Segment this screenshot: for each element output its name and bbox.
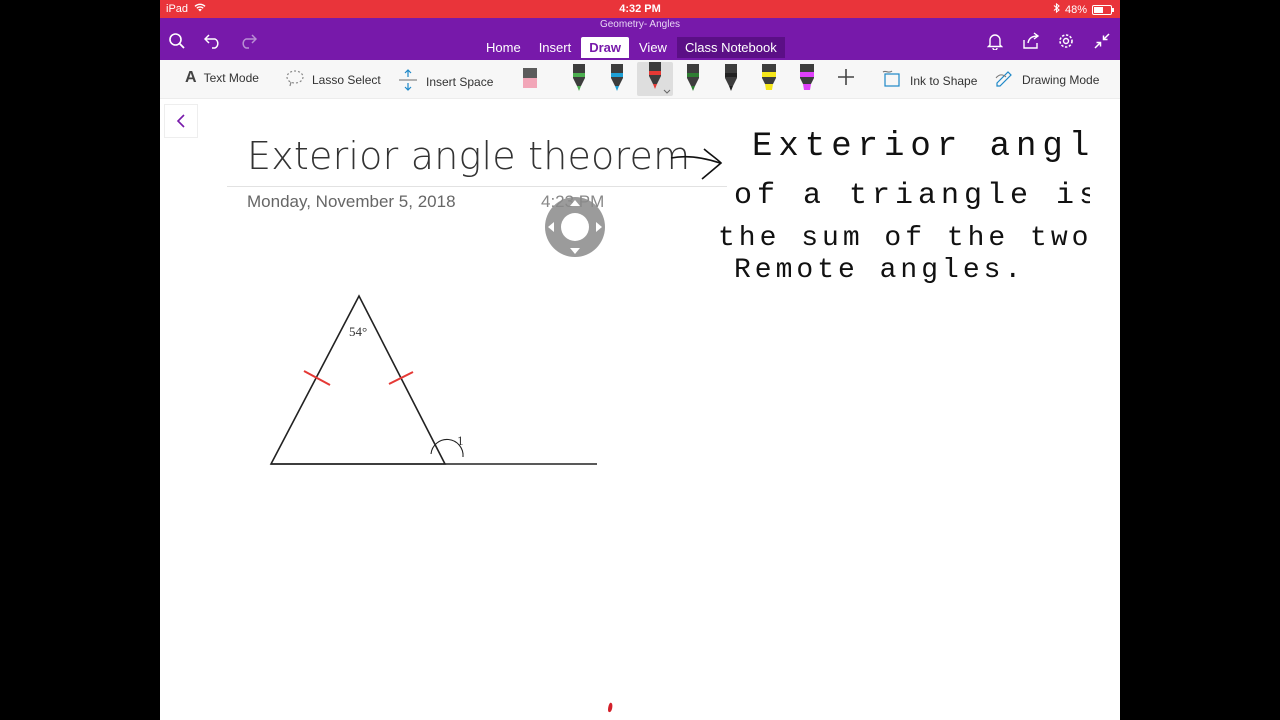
tab-home[interactable]: Home [478, 37, 529, 58]
triangle-diagram: 54° 1 [260, 285, 610, 485]
lasso-select-label: Lasso Select [312, 72, 381, 87]
tab-class-notebook[interactable]: Class Notebook [676, 37, 785, 58]
tab-draw[interactable]: Draw [581, 37, 629, 58]
text-mode-button[interactable]: A Text Mode [185, 69, 259, 87]
battery-icon [1092, 4, 1114, 15]
undo-icon[interactable] [202, 30, 224, 52]
move-handle[interactable] [544, 196, 606, 258]
onenote-app: iPad 4:32 PM 48% Geometry- Angles Home I… [160, 0, 1120, 720]
pen-dark-green-icon[interactable] [683, 64, 703, 92]
ribbon-header: Geometry- Angles Home Insert Draw View C… [160, 18, 1120, 60]
pen-blue-icon[interactable] [607, 64, 627, 92]
ribbon-tabs: Home Insert Draw View Class Notebook [478, 37, 785, 58]
drawing-mode-label: Drawing Mode [1022, 72, 1100, 87]
gear-icon[interactable] [1055, 30, 1077, 52]
exterior-angle-label: 1 [457, 433, 464, 448]
draw-toolbar: A Text Mode Lasso Select Insert Space In… [160, 60, 1120, 99]
drawing-mode-button[interactable]: Drawing Mode [995, 69, 1099, 90]
text-mode-label: Text Mode [203, 71, 259, 85]
notebook-title: Geometry- Angles [599, 19, 681, 30]
insert-space-button[interactable]: Insert Space [397, 69, 493, 94]
back-button[interactable] [164, 104, 198, 138]
status-time: 4:32 PM [619, 3, 661, 15]
lasso-icon [285, 69, 305, 90]
bell-icon[interactable] [984, 30, 1006, 52]
ink-to-shape-icon [881, 69, 903, 92]
redo-icon[interactable] [237, 30, 259, 52]
chevron-left-icon [176, 114, 185, 128]
handwritten-note: Exterior angle of a triangle is the sum … [718, 128, 1090, 286]
collapse-icon[interactable] [1091, 30, 1113, 52]
note-line-3: the sum of the two [718, 223, 1090, 254]
battery-percent: 48% [1064, 3, 1087, 16]
tab-insert[interactable]: Insert [531, 37, 580, 58]
bluetooth-icon [1053, 2, 1060, 16]
ink-dot [608, 702, 613, 713]
pen-red-icon[interactable] [637, 62, 673, 96]
page-title[interactable]: Exterior angle theorem [247, 134, 690, 178]
tab-view[interactable]: View [631, 37, 675, 58]
drawing-mode-icon [995, 69, 1015, 90]
ink-to-shape-label: Ink to Shape [910, 73, 978, 88]
search-icon[interactable] [166, 30, 188, 52]
title-underline [227, 186, 727, 187]
page-date: Monday, November 5, 2018 [247, 192, 456, 211]
note-line-2: of a triangle is [734, 179, 1090, 213]
insert-space-icon [397, 69, 419, 94]
pen-black-icon[interactable] [721, 64, 741, 92]
highlighter-yellow-icon[interactable] [759, 64, 779, 92]
apex-angle-label: 54° [349, 324, 368, 339]
eraser-icon[interactable] [520, 64, 540, 92]
note-line-1: Exterior angle [752, 128, 1090, 166]
pen-green-icon[interactable] [569, 64, 589, 92]
add-pen-icon[interactable] [837, 68, 855, 86]
insert-space-label: Insert Space [426, 74, 494, 89]
lasso-select-button[interactable]: Lasso Select [285, 69, 381, 90]
note-line-4: Remote angles. [734, 255, 1025, 286]
ink-to-shape-button[interactable]: Ink to Shape [881, 69, 977, 92]
text-mode-icon: A [185, 69, 197, 86]
share-icon[interactable] [1020, 30, 1042, 52]
ios-status-bar: iPad 4:32 PM 48% [160, 0, 1120, 18]
highlighter-magenta-icon[interactable] [797, 64, 817, 92]
